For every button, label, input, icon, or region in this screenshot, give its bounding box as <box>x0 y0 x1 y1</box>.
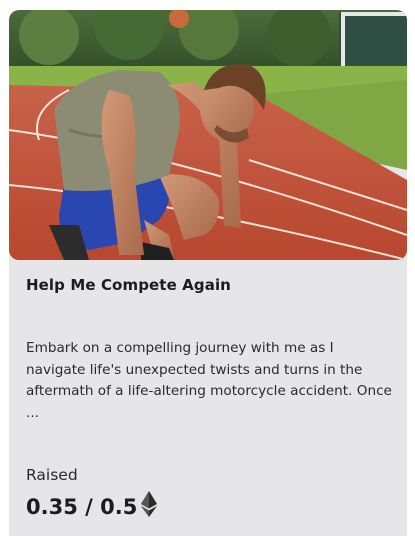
raised-amount-row: 0.35 / 0.5 <box>26 491 158 522</box>
athlete-photo <box>9 10 407 260</box>
raised-amount: 0.35 / 0.5 <box>26 494 138 519</box>
campaign-description: Embark on a compelling journey with me a… <box>26 340 392 421</box>
campaign-card[interactable]: Help Me Compete Again Embark on a compel… <box>9 10 407 536</box>
ethereum-icon <box>141 491 158 522</box>
raised-label: Raised <box>26 466 78 484</box>
campaign-title[interactable]: Help Me Compete Again <box>26 276 386 294</box>
campaign-image[interactable] <box>9 10 407 260</box>
